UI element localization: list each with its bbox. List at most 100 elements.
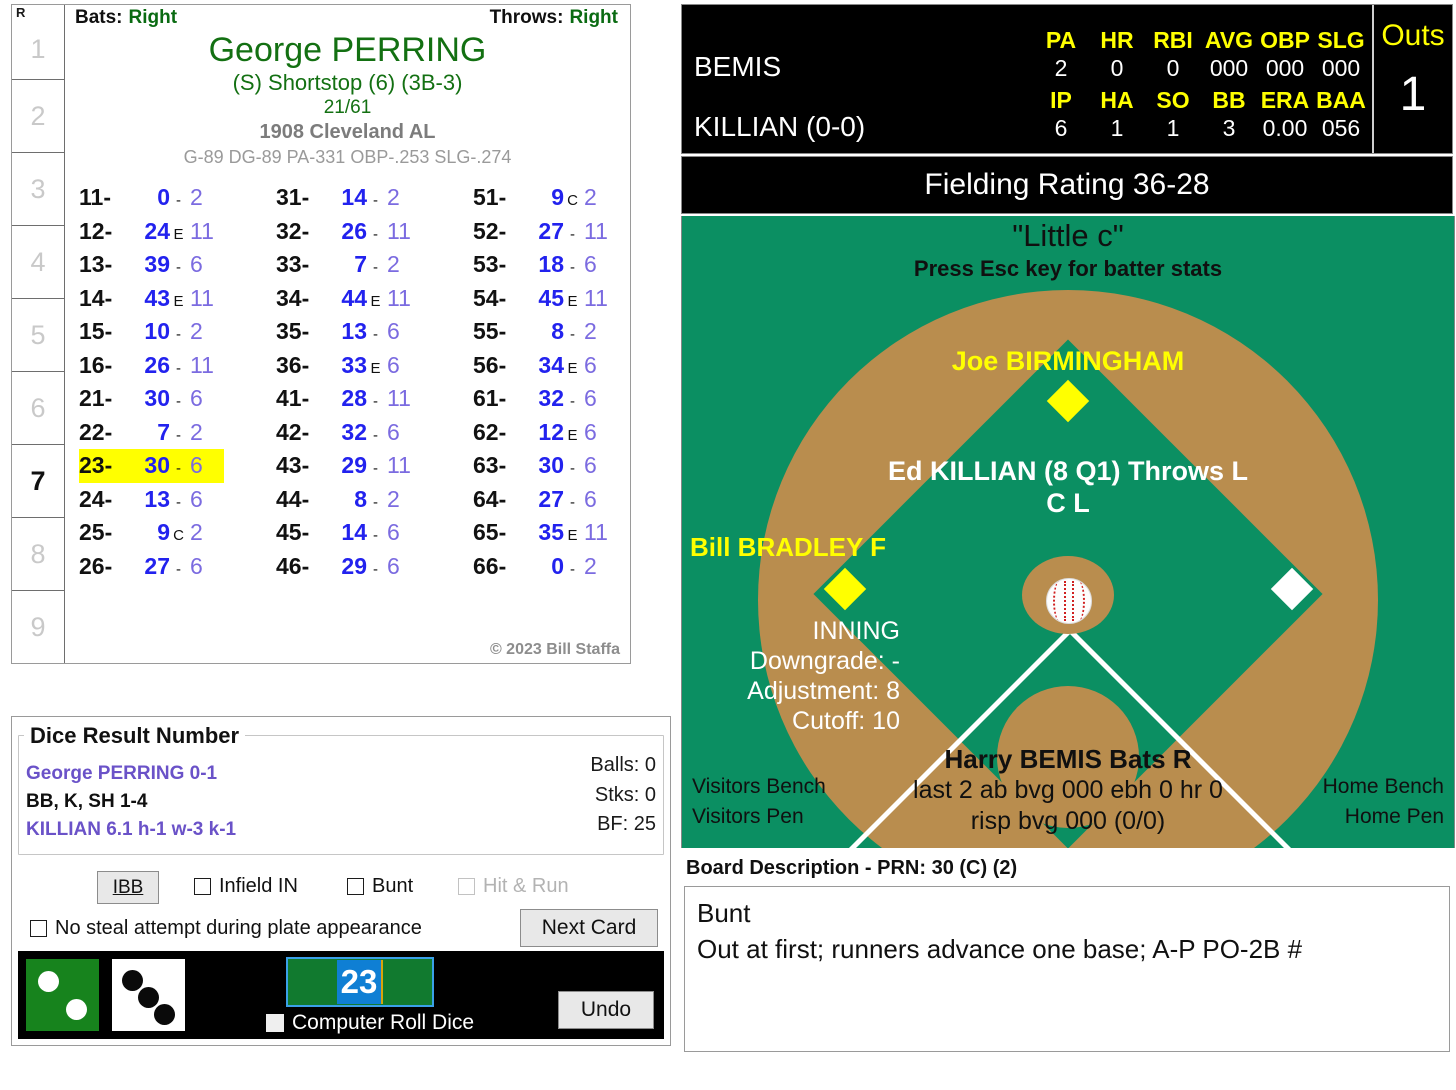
dice-roll-id: 56- [473, 351, 507, 378]
dice-table-row: 31- 14-2 [276, 181, 421, 215]
die-pip [154, 1004, 175, 1025]
player-number: 21/61 [323, 97, 372, 118]
centerfielder-name[interactable]: Joe BIRMINGHAM [682, 346, 1454, 377]
stat-value-cell: 000 [1321, 55, 1361, 81]
copyright-notice: © 2023 Bill Staffa [489, 641, 620, 658]
dice-roll-marker: - [176, 560, 181, 578]
stat-value-cell: 0 [1166, 55, 1180, 81]
home-pen-link[interactable]: Home Pen [1323, 802, 1444, 832]
dice-table-row: 23- 30-6 [79, 449, 224, 483]
dice-roll-id: 62- [473, 418, 507, 445]
ibb-button[interactable]: IBB [97, 871, 159, 904]
dice-roll-suffix: 6 [584, 485, 597, 512]
dice-roll-suffix: 2 [387, 485, 400, 512]
downgrade-value: Downgrade: - [749, 647, 900, 675]
dice-table-row: 42- 32-6 [276, 416, 421, 450]
dice-roll-suffix: 11 [387, 217, 411, 244]
dice-roll-id: 21- [79, 385, 113, 411]
dice-roll-value: 8 [354, 485, 367, 512]
pitcher-name-field[interactable]: Ed KILLIAN (8 Q1) Throws L [682, 456, 1454, 487]
inning-runs-header: R [16, 5, 26, 20]
dice-roll-marker: - [176, 259, 181, 276]
visitors-pen-link[interactable]: Visitors Pen [692, 802, 826, 832]
dice-roll-marker: - [176, 359, 181, 377]
dice-table-row: 52- 27-11 [473, 215, 618, 249]
dice-roll-id: 54- [473, 284, 507, 311]
inning-cell-3[interactable]: 3 [12, 153, 64, 227]
dice-table-row: 45- 14-6 [276, 516, 421, 550]
home-bench-link[interactable]: Home Bench [1323, 772, 1444, 802]
no-steal-checkbox[interactable]: No steal attempt during plate appearance [30, 917, 422, 940]
dice-result-display: 23 [286, 957, 434, 1007]
dice-roll-value: 27 [538, 217, 564, 244]
dice-roll-value: 30 [144, 385, 170, 411]
inning-cell-4[interactable]: 4 [12, 226, 64, 300]
inning-cell-8[interactable]: 8 [12, 518, 64, 592]
dice-roll-value: 14 [341, 184, 367, 210]
baseball-field-diagram[interactable]: "Little c" Press Esc key for batter stat… [681, 216, 1455, 848]
dice-roll-suffix: 6 [190, 552, 203, 579]
dice-result-title: Dice Result Number [24, 723, 246, 749]
batter-name-field[interactable]: Harry BEMIS Bats R [682, 744, 1454, 775]
dice-roll-suffix: 11 [190, 217, 214, 244]
white-die[interactable] [112, 959, 185, 1031]
dice-roll-value: 44 [341, 284, 367, 311]
stat-header-cell: SO [1156, 87, 1190, 113]
dice-table-row: 25- 9 C 2 [79, 516, 224, 550]
infield-in-checkbox[interactable]: Infield IN [194, 875, 298, 898]
visitors-bench-link[interactable]: Visitors Bench [692, 772, 826, 802]
fielding-rating-bar: Fielding Rating 36-28 [681, 156, 1453, 214]
dice-roll-id: 25- [79, 519, 113, 545]
pitcher-stat-values: 6 1 1 3 0.00 056 [1033, 115, 1369, 142]
hit-and-run-checkbox: Hit & Run [458, 875, 569, 898]
thirdbaseman-name[interactable]: Bill BRADLEY F [690, 532, 886, 563]
dice-roll-id: 45- [276, 519, 310, 545]
dice-table-row: 22- 7-2 [79, 416, 224, 450]
green-die[interactable] [26, 959, 99, 1031]
dice-table-row: 63- 30-6 [473, 449, 618, 483]
inning-cell-7-current[interactable]: 7 [12, 445, 64, 519]
inning-cell-9[interactable]: 9 [12, 591, 64, 663]
dice-roll-id: 13- [79, 251, 113, 277]
inning-cell-1[interactable]: 1 [12, 20, 64, 81]
player-name: George PERRING [208, 31, 487, 69]
dice-roll-id: 55- [473, 318, 507, 344]
stat-value-cell: 1 [1166, 115, 1180, 141]
bunt-checkbox[interactable]: Bunt [347, 875, 413, 898]
dice-table-row: 16- 26-11 [79, 349, 224, 383]
dice-roll-value: 43 [144, 284, 170, 311]
bats-label: Bats: [75, 7, 123, 28]
dice-roll-value: 26 [144, 351, 170, 378]
dice-roll-marker: C [173, 527, 184, 544]
bats-value: Right [128, 7, 178, 28]
next-card-button[interactable]: Next Card [520, 909, 658, 947]
stat-value-cell: 3 [1222, 115, 1236, 141]
esc-key-hint: Press Esc key for batter stats [913, 256, 1223, 281]
dice-roll-value: 0 [157, 184, 170, 210]
bunt-label: Bunt [372, 875, 414, 897]
batter-stat-values: 2 0 0 000 000 000 [1033, 55, 1369, 82]
dice-table-row: 61- 32-6 [473, 382, 618, 416]
dice-roll-marker: E [567, 359, 578, 377]
dice-roll-suffix: 11 [584, 284, 608, 311]
inning-cell-2[interactable]: 2 [12, 80, 64, 154]
inning-cell-5[interactable]: 5 [12, 299, 64, 373]
dice-roll-suffix: 6 [387, 519, 400, 545]
inning-cell-6[interactable]: 6 [12, 372, 64, 446]
dice-roll-suffix: 6 [584, 351, 597, 378]
computer-roll-dice-checkbox[interactable]: Computer Roll Dice [266, 1011, 474, 1035]
no-steal-label: No steal attempt during plate appearance [55, 917, 422, 939]
stat-value-cell: 6 [1054, 115, 1068, 141]
dice-roll-value: 10 [144, 318, 170, 344]
dice-roll-suffix: 11 [190, 284, 214, 311]
visitors-links: Visitors Bench Visitors Pen [692, 772, 826, 832]
dice-roll-id: 34- [276, 284, 310, 311]
dice-roll-suffix: 11 [584, 519, 608, 545]
inning-column: R 1 2 3 4 5 6 7 8 9 [12, 5, 65, 663]
inning-label: INNING [812, 617, 901, 645]
undo-button[interactable]: Undo [558, 991, 654, 1029]
player-team: 1908 Cleveland AL [259, 121, 436, 143]
dice-roll-value: 12 [538, 418, 564, 445]
computer-roll-label: Computer Roll Dice [292, 1011, 475, 1034]
dice-roll-suffix: 6 [190, 251, 203, 277]
